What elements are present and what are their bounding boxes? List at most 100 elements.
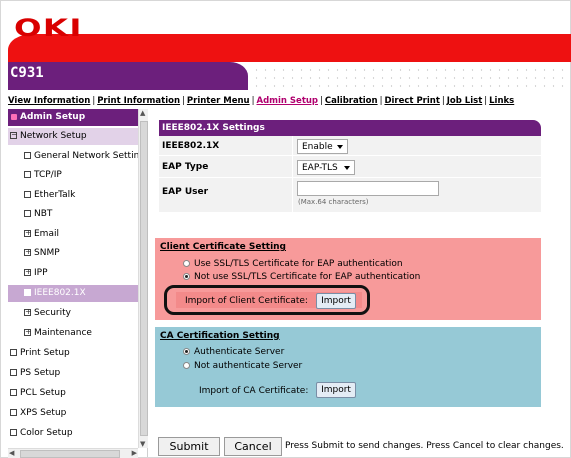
sidebar-item-label: NBT [34,209,53,219]
ieee-select[interactable]: Enable [297,139,348,154]
client-certificate-title: Client Certificate Setting [160,242,286,252]
radio-label: Not authenticate Server [194,361,303,371]
client-import-button[interactable]: Import [316,293,356,309]
eap-type-select-value: EAP-TLS [302,163,338,173]
box-icon [10,389,17,396]
box-icon [24,210,31,217]
sidebar-item-pcl-setup[interactable]: PCL Setup [8,385,138,402]
sidebar-item-maintenance[interactable]: Maintenance [8,325,138,342]
sidebar-item-ieee8021x[interactable]: IEEE802.1X [8,285,138,302]
ieee-label: IEEE802.1X [162,141,220,151]
ca-import-label: Import of CA Certificate: [199,386,309,396]
nav-link-admin-setup[interactable]: Admin Setup [256,96,318,106]
eap-user-label: EAP User [162,187,209,197]
sidebar-item-color-setup[interactable]: Color Setup [8,425,138,442]
radio-label: Authenticate Server [194,347,285,357]
sidebar-item-label: Print Setup [20,348,70,358]
radio-not-use-ssl[interactable]: Not use SSL/TLS Certificate for EAP auth… [183,272,420,282]
eap-user-input[interactable] [297,181,439,196]
sidebar-horizontal-scrollbar[interactable]: ◀ ▶ [8,448,138,458]
eap-user-hint: (Max.64 characters) [298,198,369,206]
nav-link-calibration[interactable]: Calibration [325,96,378,106]
sidebar-header[interactable]: Admin Setup [8,109,138,126]
scroll-left-icon[interactable]: ◀ [9,449,14,457]
scroll-up-icon[interactable]: ▲ [140,109,145,117]
nav-link-links[interactable]: Links [489,96,514,106]
box-icon [10,429,17,436]
sidebar-item-label: Email [34,229,59,239]
sidebar-item-nbt[interactable]: NBT [8,206,138,223]
ieee-select-value: Enable [302,142,333,152]
box-icon [24,191,31,198]
model-name: C931 [10,65,44,81]
scroll-down-icon[interactable]: ▼ [140,440,145,448]
sidebar-item-label: Maintenance [34,328,92,338]
sidebar-item-email[interactable]: Email [8,226,138,243]
sidebar-item-label: PCL Setup [20,388,66,398]
cancel-button[interactable]: Cancel [224,437,282,456]
sidebar-item-ipp[interactable]: IPP [8,265,138,282]
ca-certificate-title: CA Certification Setting [160,331,280,341]
ieee-row: IEEE802.1X [159,136,541,156]
sidebar-item-label: PS Setup [20,368,61,378]
nav-link-job-list[interactable]: Job List [447,96,483,106]
box-icon [24,289,31,296]
scrollbar-thumb[interactable] [20,450,120,458]
box-icon [10,369,17,376]
sidebar-item-label: Network Setup [20,131,87,141]
sidebar-item-general-network-setting[interactable]: General Network Setting [8,148,145,165]
sidebar-item-print-setup[interactable]: Print Setup [8,345,138,362]
sidebar-item-xps-setup[interactable]: XPS Setup [8,405,138,422]
sidebar-item-label: Color Setup [20,428,73,438]
sidebar: Admin Setup Network Setup General Networ… [8,109,148,457]
model-band [8,62,248,90]
sidebar-item-ethertalk[interactable]: EtherTalk [8,187,138,204]
plus-box-icon [24,269,32,276]
nav-link-printer-menu[interactable]: Printer Menu [187,96,250,106]
sidebar-vertical-scrollbar[interactable]: ▲ ▼ [138,109,148,448]
plus-box-icon [24,329,32,336]
radio-authenticate-server[interactable]: Authenticate Server [183,347,284,357]
nav-link-direct-print[interactable]: Direct Print [384,96,439,106]
client-import-label: Import of Client Certificate: [185,296,308,306]
radio-label: Not use SSL/TLS Certificate for EAP auth… [194,272,421,282]
radio-not-authenticate-server[interactable]: Not authenticate Server [183,361,302,371]
scroll-right-icon[interactable]: ▶ [132,449,137,457]
sidebar-item-tcp-ip[interactable]: TCP/IP [8,167,138,184]
radio-label: Use SSL/TLS Certificate for EAP authenti… [194,259,403,269]
radio-icon[interactable] [183,362,190,369]
radio-use-ssl[interactable]: Use SSL/TLS Certificate for EAP authenti… [183,259,403,269]
box-icon [24,171,31,178]
footer-message: Press Submit to send changes. Press Canc… [285,441,564,451]
plus-box-icon [24,230,32,237]
chevron-down-icon [337,145,343,149]
sidebar-item-network-setup[interactable]: Network Setup [8,128,138,145]
sidebar-item-label: General Network Setting [34,151,145,161]
plus-box-icon [24,309,32,316]
sidebar-item-label: IPP [34,268,48,278]
top-navigation: View Information | Print Information | Print… [8,96,515,106]
sidebar-item-label: XPS Setup [20,408,67,418]
nav-link-view-information[interactable]: View Information [8,96,90,106]
sidebar-item-snmp[interactable]: SNMP [8,245,138,262]
box-icon [10,409,17,416]
header-dot-pattern [252,66,570,90]
bullet-icon [11,114,17,120]
minus-box-icon [10,132,18,139]
box-icon [24,152,31,159]
settings-title: IEEE802.1X Settings [159,120,541,136]
header-red-band [8,34,571,62]
nav-link-print-information[interactable]: Print Information [97,96,180,106]
radio-selected-icon[interactable] [183,348,190,355]
sidebar-item-label: Security [34,308,71,318]
radio-icon[interactable] [183,260,190,267]
sidebar-item-ps-setup[interactable]: PS Setup [8,365,138,382]
submit-button[interactable]: Submit [158,437,220,456]
plus-box-icon [24,249,32,256]
eap-type-select[interactable]: EAP-TLS [297,160,355,175]
sidebar-header-label: Admin Setup [20,112,86,122]
sidebar-item-security[interactable]: Security [8,305,138,322]
ca-import-button[interactable]: Import [316,382,356,398]
radio-selected-icon[interactable] [183,273,190,280]
scrollbar-thumb[interactable] [140,121,148,436]
